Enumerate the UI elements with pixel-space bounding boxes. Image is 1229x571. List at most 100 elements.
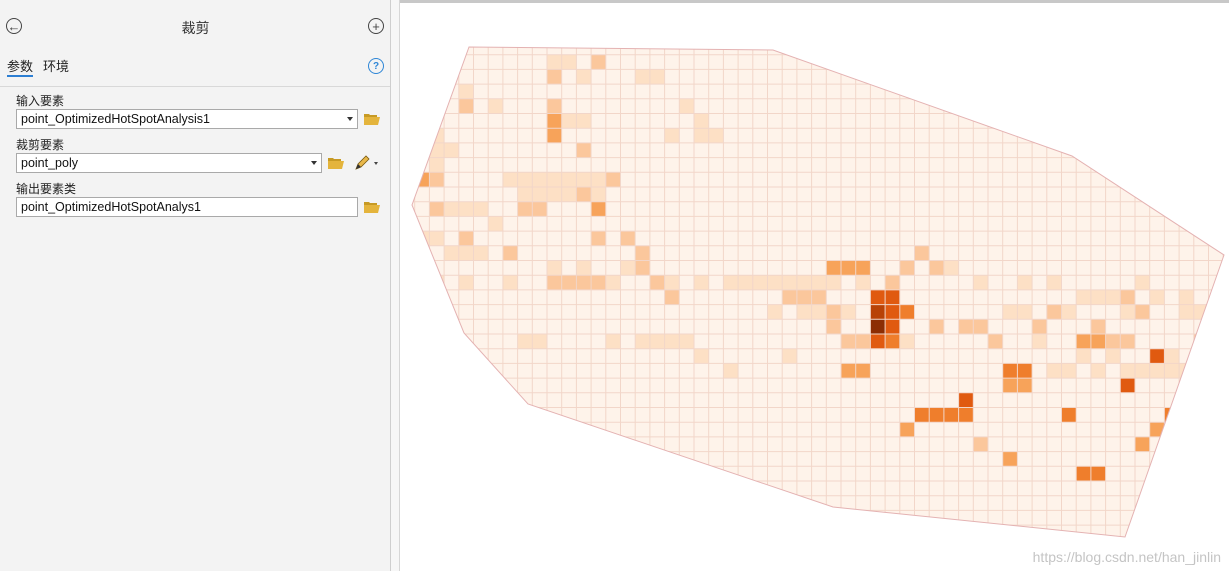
hotspot-cell (547, 187, 562, 202)
hotspot-cell (1002, 363, 1018, 379)
hotspot-cell (502, 172, 518, 187)
map-view[interactable] (0, 0, 1229, 571)
hotspot-cell (841, 363, 856, 379)
hotspot-cell (429, 172, 445, 187)
hotspot-cell (826, 304, 841, 320)
hotspot-cell (826, 260, 841, 276)
hotspot-cell (679, 334, 694, 349)
hotspot-cell (752, 275, 768, 290)
hotspot-cell (738, 275, 753, 290)
hotspot-cell (635, 260, 650, 276)
hotspot-cell (635, 334, 650, 349)
hotspot-cell (488, 216, 503, 232)
hotspot-cell (694, 128, 709, 143)
hotspot-cell (664, 128, 680, 143)
hotspot-cell (1223, 392, 1224, 408)
hotspot-cell (899, 422, 915, 437)
hotspot-cell (547, 260, 562, 276)
hotspot-cell (855, 334, 871, 349)
hotspot-cell (796, 275, 812, 290)
hotspot-cell (679, 98, 694, 114)
hotspot-cell (1208, 348, 1224, 364)
hotspot-cell (855, 275, 871, 290)
hotspot-cell (517, 187, 533, 202)
hotspot-cell (1076, 289, 1091, 305)
hotspot-cell (1090, 363, 1106, 379)
hotspot-cell (958, 319, 974, 334)
hotspot-cell (826, 319, 841, 334)
hotspot-cell (1105, 289, 1121, 305)
hotspot-cell (1090, 334, 1106, 349)
hotspot-cell (1179, 289, 1194, 305)
hotspot-cell (1002, 304, 1018, 320)
hotspot-cell (958, 407, 974, 423)
hotspot-cell (767, 304, 783, 320)
hotspot-cell (1061, 363, 1077, 379)
hotspot-cell (532, 187, 547, 202)
hotspot-cell (723, 275, 739, 290)
hotspot-cell (1120, 378, 1135, 393)
hotspot-cell (870, 289, 886, 305)
hotspot-cell (988, 334, 1003, 349)
hotspot-cell (1061, 304, 1077, 320)
hotspot-cell (576, 69, 592, 85)
hotspot-cell (929, 407, 944, 423)
hotspot-cell (1002, 378, 1018, 393)
hotspot-cell (855, 363, 871, 379)
watermark-text: https://blog.csdn.net/han_jinlin (1032, 549, 1221, 565)
hotspot-cell (1223, 304, 1224, 320)
hotspot-cell (576, 172, 592, 187)
hotspot-cell (591, 275, 606, 290)
hotspot-cell (1149, 348, 1165, 364)
hotspot-cell (973, 275, 988, 290)
hotspot-cell (914, 407, 930, 423)
hotspot-cell (694, 113, 709, 129)
hotspot-cell (1120, 363, 1135, 379)
hotspot-cell (1193, 348, 1209, 364)
hotspot-cell (547, 113, 562, 129)
hotspot-cell (694, 275, 709, 290)
hotspot-cell (591, 187, 606, 202)
hotspot-cell (1208, 436, 1224, 452)
hotspot-cell (811, 275, 827, 290)
hotspot-cell (796, 304, 812, 320)
hotspot-cell (1120, 334, 1135, 349)
hotspot-cell (870, 304, 886, 320)
hotspot-cell (1223, 275, 1224, 290)
hotspot-cell (1090, 466, 1106, 481)
hotspot-cell (1223, 348, 1224, 364)
hotspot-cell (502, 245, 518, 261)
hotspot-cell (458, 245, 474, 261)
hotspot-cell (458, 231, 474, 246)
hotspot-cell (1032, 334, 1047, 349)
hotspot-cell (1120, 289, 1135, 305)
hotspot-cell (1193, 407, 1209, 423)
hotspot-cell (1046, 363, 1062, 379)
hotspot-cell (855, 260, 871, 276)
hotspot-cell (458, 275, 474, 290)
hotspot-cell (782, 348, 797, 364)
hotspot-cell (458, 98, 474, 114)
hotspot-cell (1179, 451, 1194, 467)
hotspot-cell (1179, 407, 1194, 423)
hotspot-cell (885, 304, 900, 320)
hotspot-cell (723, 363, 739, 379)
hotspot-cell (841, 260, 856, 276)
hotspot-cell (473, 245, 489, 261)
hotspot-cell (1046, 304, 1062, 320)
hotspot-cell (973, 319, 988, 334)
hotspot-cell (694, 348, 709, 364)
hotspot-cell (1135, 275, 1150, 290)
hotspot-cell (1032, 319, 1047, 334)
hotspot-cell (1135, 436, 1150, 452)
hotspot-cell (767, 275, 783, 290)
hotspot-cell (929, 260, 944, 276)
hotspot-cell (429, 201, 445, 217)
hotspot-cell (1149, 289, 1165, 305)
hotspot-cell (782, 289, 797, 305)
hotspot-cell (914, 245, 930, 261)
hotspot-cell (1208, 392, 1224, 408)
hotspot-cell (561, 54, 577, 70)
hotspot-cell (605, 275, 621, 290)
hotspot-cell (414, 172, 430, 187)
